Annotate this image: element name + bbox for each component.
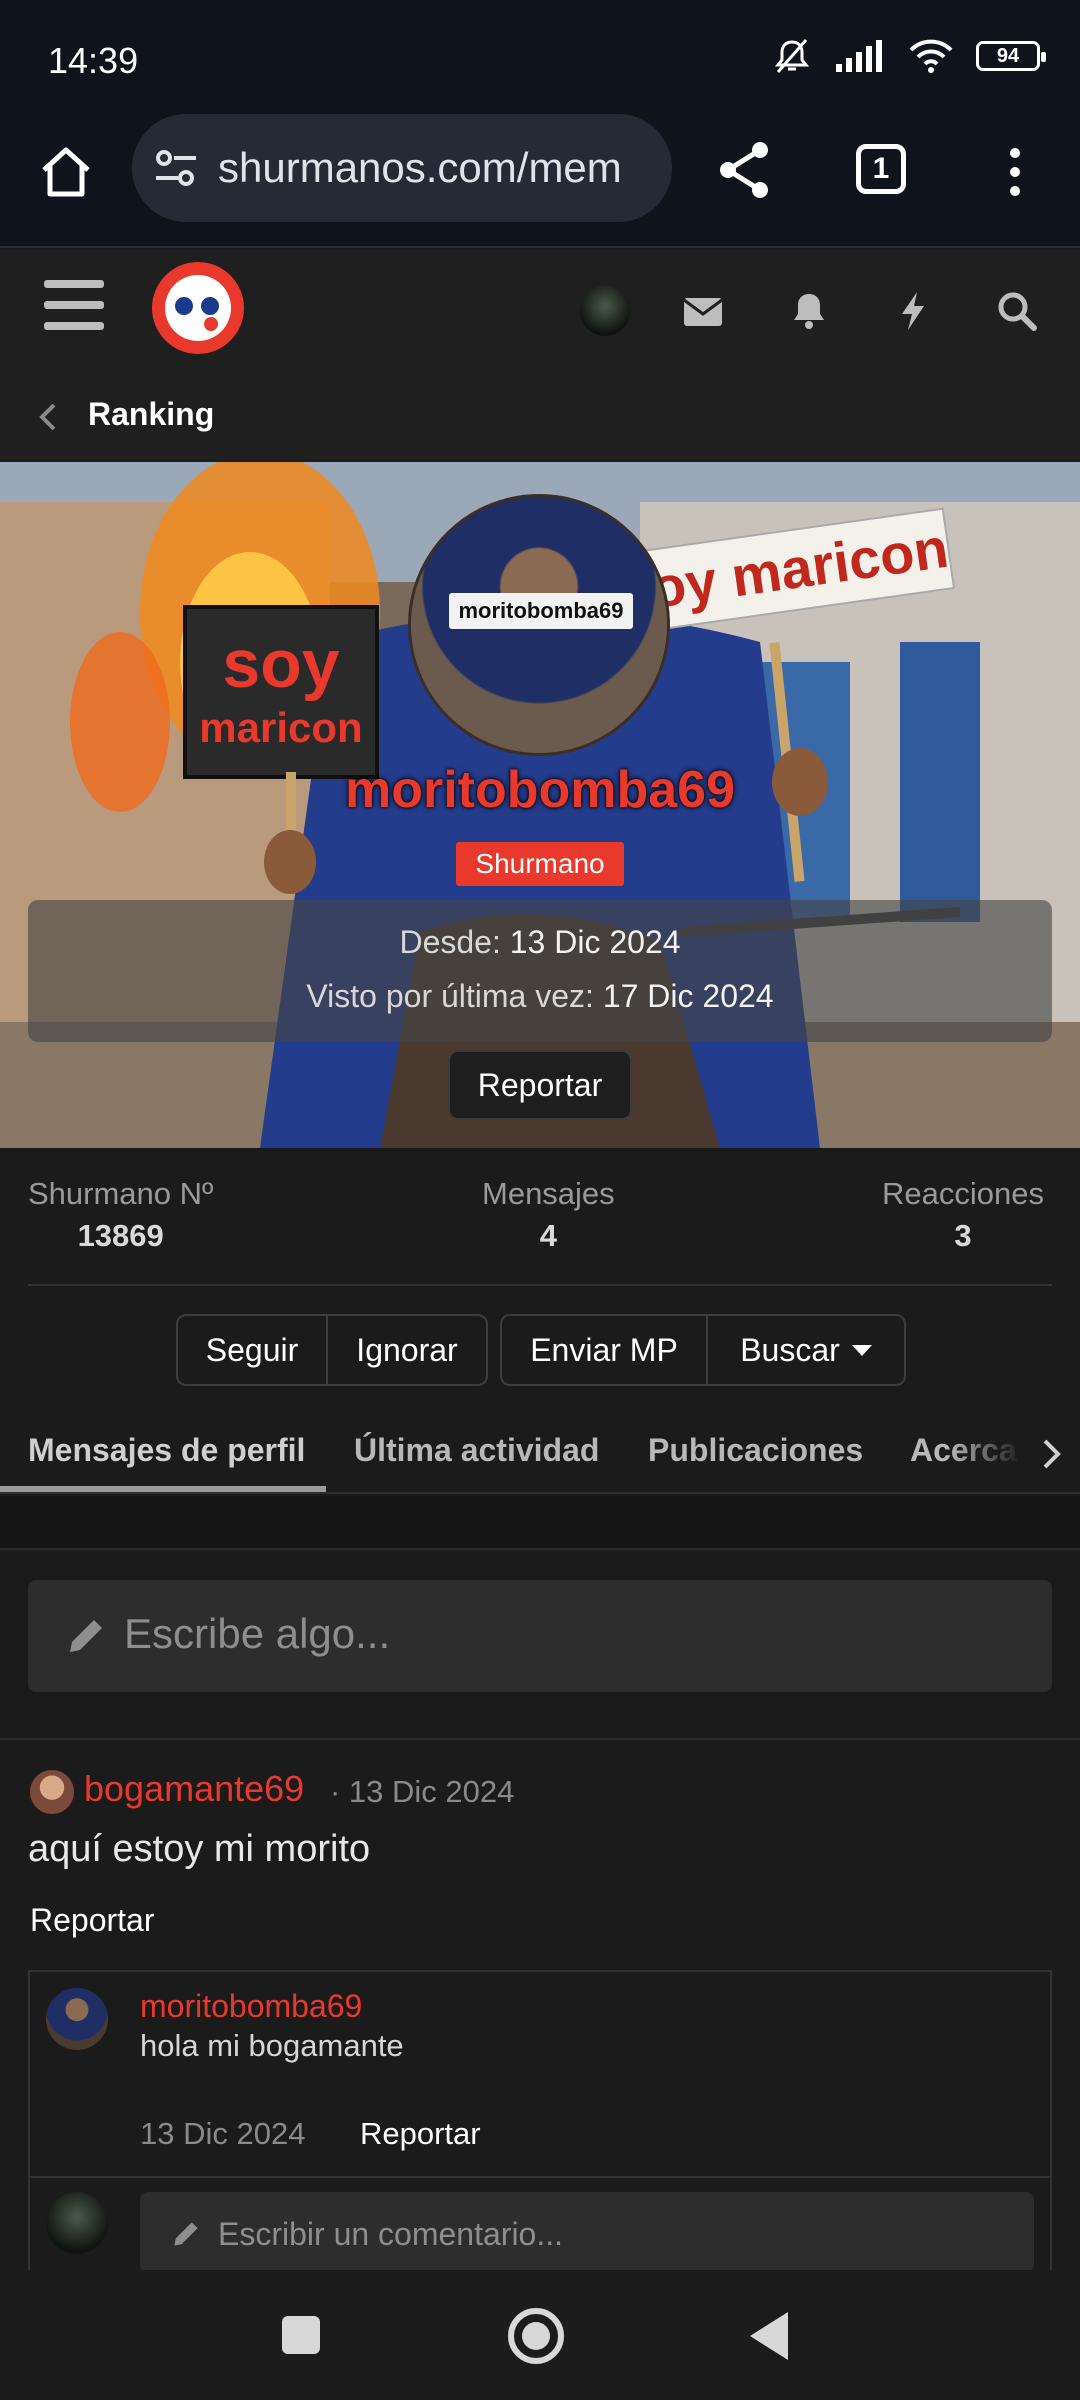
- comment-author[interactable]: moritobomba69: [140, 1988, 362, 2025]
- last-seen-line: Visto por última vez: 17 Dic 2024: [28, 978, 1052, 1015]
- mute-bell-icon: [774, 39, 810, 73]
- comment-report-link[interactable]: Reportar: [360, 2116, 481, 2152]
- stat-label: Mensajes: [482, 1176, 615, 1211]
- last-seen-label: Visto por última vez:: [306, 978, 594, 1014]
- status-icons: 94: [772, 36, 1046, 76]
- chevron-right-icon[interactable]: [1040, 1436, 1064, 1472]
- profile-post: bogamante69 · 13 Dic 2024 aquí estoy mi …: [0, 1742, 1080, 2290]
- tab-latest-activity[interactable]: Última actividad: [354, 1432, 599, 1469]
- caret-down-icon: [851, 1344, 872, 1356]
- follow-button[interactable]: Seguir: [178, 1316, 326, 1384]
- avatar[interactable]: [46, 1988, 108, 2050]
- stat-reactions: Reacciones 3: [882, 1176, 1044, 1254]
- pencil-icon: [174, 2222, 198, 2246]
- signal-icon: [836, 40, 882, 72]
- wifi-icon: [909, 39, 953, 73]
- back-button[interactable]: [750, 2312, 788, 2360]
- comments-section: moritobomba69 hola mi bogamante 13 Dic 2…: [28, 1970, 1052, 2290]
- write-something-input[interactable]: Escribe algo...: [28, 1580, 1052, 1692]
- post-date[interactable]: · 13 Dic 2024: [330, 1774, 514, 1810]
- avatar-sign: moritobomba69: [449, 593, 633, 629]
- profile-tabs: Mensajes de perfil Última actividad Publ…: [0, 1412, 1080, 1494]
- site-logo[interactable]: [152, 262, 244, 354]
- svg-text:maricon: maricon: [199, 704, 362, 751]
- divider: [30, 2176, 1050, 2178]
- menu-icon[interactable]: [44, 280, 104, 332]
- home-icon[interactable]: [36, 142, 96, 202]
- breadcrumb[interactable]: Ranking: [0, 374, 1080, 460]
- site-settings-icon[interactable]: [154, 148, 198, 188]
- share-icon[interactable]: [716, 140, 772, 200]
- battery-icon: 94: [976, 41, 1046, 71]
- bolt-icon[interactable]: [886, 284, 940, 338]
- joined-label: Desde:: [399, 924, 501, 960]
- post-author[interactable]: bogamante69: [84, 1768, 304, 1810]
- account-avatar[interactable]: [580, 286, 630, 336]
- recents-button[interactable]: [282, 2316, 320, 2354]
- avatar[interactable]: [46, 2192, 108, 2254]
- profile-banner: soy maricon oy maricon moritobomba69 mor…: [0, 462, 1080, 1148]
- stat-value: 3: [954, 1218, 972, 1253]
- post-report-link[interactable]: Reportar: [30, 1902, 155, 1939]
- follow-ignore-group: Seguir Ignorar: [176, 1314, 488, 1386]
- bell-icon[interactable]: [782, 284, 836, 338]
- browser-toolbar: shurmanos.com/mem 1: [0, 110, 1080, 248]
- joined-value: 13 Dic 2024: [509, 924, 681, 960]
- profile-username: moritobomba69: [344, 761, 736, 819]
- profile-post-composer: Escribe algo...: [0, 1552, 1080, 1740]
- comment-placeholder: Escribir un comentario...: [218, 2216, 564, 2252]
- stat-label: Reacciones: [882, 1176, 1044, 1211]
- post-body: aquí estoy mi morito: [28, 1828, 371, 1870]
- home-button[interactable]: [508, 2308, 564, 2364]
- chevron-left-icon: [39, 403, 56, 431]
- search-dropdown-button[interactable]: Buscar: [706, 1316, 904, 1384]
- tab-profile-posts[interactable]: Mensajes de perfil: [28, 1432, 305, 1469]
- report-profile-button[interactable]: Reportar: [448, 1050, 632, 1120]
- profile-avatar[interactable]: moritobomba69: [408, 494, 670, 756]
- stat-member-number: Shurmano Nº 13869: [28, 1176, 213, 1254]
- active-tab-indicator: [0, 1486, 326, 1492]
- last-seen-value: 17 Dic 2024: [602, 978, 774, 1014]
- site-header: [0, 250, 1080, 374]
- search-dropdown-label: Buscar: [740, 1331, 840, 1368]
- system-nav-bar: [0, 2270, 1080, 2400]
- banner-sign-left: soy: [222, 626, 339, 702]
- url-text[interactable]: shurmanos.com/mem: [218, 144, 658, 192]
- message-search-group: Enviar MP Buscar: [500, 1314, 906, 1386]
- section-gap: [0, 1496, 1080, 1550]
- stat-value: 4: [539, 1218, 557, 1253]
- stat-value: 13869: [77, 1218, 164, 1253]
- status-time: 14:39: [48, 40, 139, 81]
- comment-text: hola mi bogamante: [140, 2028, 404, 2063]
- status-bar: 14:39 94: [0, 0, 1080, 110]
- tab-postings[interactable]: Publicaciones: [648, 1432, 863, 1469]
- breadcrumb-label[interactable]: Ranking: [88, 396, 214, 433]
- search-icon[interactable]: [990, 284, 1044, 338]
- composer-placeholder: Escribe algo...: [124, 1610, 391, 1657]
- send-pm-button[interactable]: Enviar MP: [502, 1316, 706, 1384]
- profile-stats: Shurmano Nº 13869 Mensajes 4 Reacciones …: [0, 1148, 1080, 1286]
- ignore-button[interactable]: Ignorar: [326, 1316, 486, 1384]
- pencil-icon: [70, 1620, 102, 1652]
- divider: [28, 1284, 1052, 1286]
- avatar[interactable]: [30, 1770, 74, 1814]
- stat-messages[interactable]: Mensajes 4: [482, 1176, 615, 1254]
- stat-label: Shurmano Nº: [28, 1176, 214, 1211]
- more-vert-icon[interactable]: [1000, 146, 1030, 198]
- tab-switcher-button[interactable]: 1: [856, 144, 906, 194]
- profile-info-box: Desde: 13 Dic 2024 Visto por última vez:…: [28, 900, 1052, 1042]
- comment-date[interactable]: 13 Dic 2024: [140, 2116, 305, 2152]
- address-bar[interactable]: shurmanos.com/mem: [132, 114, 672, 222]
- role-badge: Shurmano: [456, 842, 624, 886]
- mail-icon[interactable]: [676, 284, 730, 338]
- comment-input[interactable]: Escribir un comentario...: [140, 2192, 1034, 2272]
- joined-line: Desde: 13 Dic 2024: [28, 924, 1052, 961]
